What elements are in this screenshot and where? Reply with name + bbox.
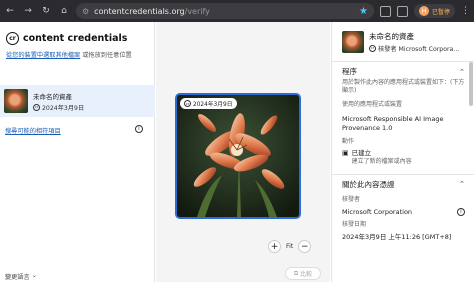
avatar: H <box>418 6 429 16</box>
image-viewer: cr 2024年3月9日 + Fit − ⧉ 比較 <box>156 22 330 282</box>
cr-icon: cr <box>33 103 40 111</box>
zoom-controls: + Fit − <box>268 240 312 253</box>
info-icon[interactable]: i <box>457 207 465 216</box>
right-panel-scrollbar[interactable] <box>469 62 473 106</box>
cr-logo-icon: cr <box>6 32 19 45</box>
asset-card[interactable]: 未命名的資產 cr 2024年3月9日 <box>0 85 155 117</box>
action-desc: 建立了新的檔案或內容 <box>351 157 412 165</box>
logo-text: content credentials <box>23 33 128 44</box>
fit-button[interactable]: Fit <box>284 243 295 250</box>
asset-name: 未命名的資產 <box>33 92 72 101</box>
info-icon[interactable]: i <box>135 125 143 133</box>
logo[interactable]: cr content credentials <box>0 22 154 45</box>
forward-icon[interactable]: → <box>22 5 34 17</box>
chevron-up-icon: ⌃ <box>459 67 465 76</box>
search-matches-link[interactable]: 搜尋可能的相符項目 <box>5 126 61 135</box>
cr-icon: cr <box>369 44 376 52</box>
menu-icon[interactable]: ⋮ <box>461 6 470 16</box>
extensions-icon[interactable] <box>379 5 391 17</box>
action-name: 已建立 <box>351 149 372 157</box>
profile-status: 已暫停 <box>431 8 450 16</box>
asset-meta: cr 2024年3月9日 <box>33 103 84 112</box>
back-icon[interactable]: ← <box>4 5 16 17</box>
process-desc: 用於製作此內容的應用程式或裝置如下：(下方顯示) <box>342 79 465 94</box>
chevron-up-icon: ⌃ <box>459 180 465 188</box>
asset-date: 2024年3月9日 <box>42 104 85 112</box>
actions-label: 動作 <box>342 138 355 145</box>
address-bar[interactable]: ⚙ contentcredentials.org/verify ★ <box>76 3 374 19</box>
asset-title: 未命名的資產 <box>369 31 414 41</box>
compare-icon: ⧉ <box>293 269 299 277</box>
zoom-in-button[interactable]: + <box>268 240 281 253</box>
signed-by: cr 核發者 Microsoft Corpora... <box>369 44 459 53</box>
asset-header: 未命名的資產 cr 核發者 Microsoft Corpora... <box>332 22 474 62</box>
left-panel: cr content credentials 從您的裝置中選取其他檔案 或拖放到… <box>0 22 155 282</box>
about-header[interactable]: 關於此內容憑證 ⌃ <box>342 175 465 190</box>
signed-by-text: 核發者 Microsoft Corpora... <box>378 45 460 53</box>
image-badge-date: 2024年3月9日 <box>193 102 233 108</box>
site-info-icon[interactable]: ⚙ <box>82 7 89 16</box>
select-file-link[interactable]: 從您的裝置中選取其他檔案 <box>6 52 80 59</box>
about-heading: 關於此內容憑證 <box>342 179 395 189</box>
asset-thumbnail <box>342 30 364 53</box>
compare-label: 比較 <box>300 271 313 278</box>
app-label: 使用的應用程式或裝置 <box>342 101 403 108</box>
lily-image <box>177 95 299 217</box>
action-item: ▣ 已建立 建立了新的檔案或內容 <box>342 149 465 166</box>
asset-thumbnail <box>4 89 28 113</box>
date-label: 核發日期 <box>342 221 367 228</box>
compare-button[interactable]: ⧉ 比較 <box>285 267 321 280</box>
drop-hint-text: 或拖放到任意位置 <box>80 52 132 59</box>
issuer-value: Microsoft Corporation <box>342 207 413 216</box>
about-section: 關於此內容憑證 ⌃ 核發者 Microsoft Corporation i 核發… <box>332 175 474 242</box>
issuer-label: 核發者 <box>342 195 361 203</box>
change-language[interactable]: 變更語言 ⌄ <box>5 272 37 281</box>
cr-icon: cr <box>184 100 191 107</box>
right-panel: 未命名的資產 cr 核發者 Microsoft Corpora... 程序 ⌃ … <box>331 22 474 282</box>
process-heading: 程序 <box>342 67 357 76</box>
process-header[interactable]: 程序 ⌃ <box>342 62 465 77</box>
reload-icon[interactable]: ↻ <box>40 5 52 17</box>
asset-image[interactable]: cr 2024年3月9日 <box>175 93 301 219</box>
chevron-down-icon: ⌄ <box>31 272 37 279</box>
change-language-label: 變更語言 <box>5 274 30 281</box>
app-value: Microsoft Responsible AI Image Provenanc… <box>342 115 444 132</box>
browser-toolbar: ← → ↻ ⌂ ⚙ contentcredentials.org/verify … <box>0 0 474 22</box>
url-host: contentcredentials.org <box>94 6 185 16</box>
date-value: 2024年3月9日 上午11:26 [GMT+8] <box>342 233 452 241</box>
split-view-icon[interactable] <box>396 5 408 17</box>
created-icon: ▣ <box>342 149 349 157</box>
url-path: /verify <box>184 6 210 16</box>
home-icon[interactable]: ⌂ <box>58 5 70 17</box>
bookmark-star-icon[interactable]: ★ <box>359 6 368 17</box>
issuer-row: Microsoft Corporation i <box>342 207 465 217</box>
image-credential-badge[interactable]: cr 2024年3月9日 <box>180 98 237 109</box>
zoom-out-button[interactable]: − <box>298 240 312 253</box>
profile-button[interactable]: H 已暫停 <box>413 4 455 18</box>
upload-hint: 從您的裝置中選取其他檔案 或拖放到任意位置 <box>0 45 154 60</box>
process-section: 程序 ⌃ 用於製作此內容的應用程式或裝置如下：(下方顯示) 使用的應用程式或裝置… <box>332 62 474 166</box>
